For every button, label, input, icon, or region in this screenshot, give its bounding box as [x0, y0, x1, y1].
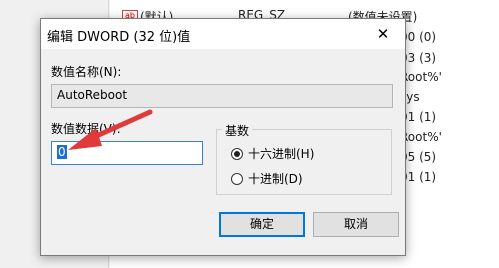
radio-hex-label[interactable]: 十六进制(H): [248, 145, 314, 162]
radio-hexadecimal[interactable]: 十六进制(H): [231, 145, 314, 162]
value-name-field: AutoReboot: [51, 84, 393, 108]
radio-hex-indicator[interactable]: [231, 147, 243, 160]
value-data-label: 数值数据(V):: [51, 122, 121, 136]
edit-dword-dialog: 编辑 DWORD (32 位)值 ✕ 数值名称(N): AutoReboot 数…: [40, 18, 406, 256]
close-button[interactable]: ✕: [361, 19, 405, 49]
radio-decimal[interactable]: 十进制(D): [231, 170, 303, 187]
value-data-text: 0: [57, 145, 67, 159]
value-data-input[interactable]: 0: [51, 141, 203, 165]
value-name-label: 数值名称(N):: [51, 65, 122, 79]
radio-dec-label[interactable]: 十进制(D): [248, 170, 303, 187]
base-group-title: 基数: [222, 122, 253, 139]
list-item: Root%': [400, 130, 442, 144]
ok-button[interactable]: 确定: [219, 212, 305, 237]
list-item: Root%': [400, 70, 442, 84]
dialog-titlebar[interactable]: 编辑 DWORD (32 位)值 ✕: [41, 19, 405, 49]
dialog-title: 编辑 DWORD (32 位)值: [47, 30, 191, 45]
close-icon: ✕: [376, 25, 390, 43]
cancel-button[interactable]: 取消: [313, 212, 399, 237]
base-group: 基数 十六进制(H) 十进制(D): [216, 122, 392, 195]
radio-dec-indicator[interactable]: [231, 172, 243, 185]
